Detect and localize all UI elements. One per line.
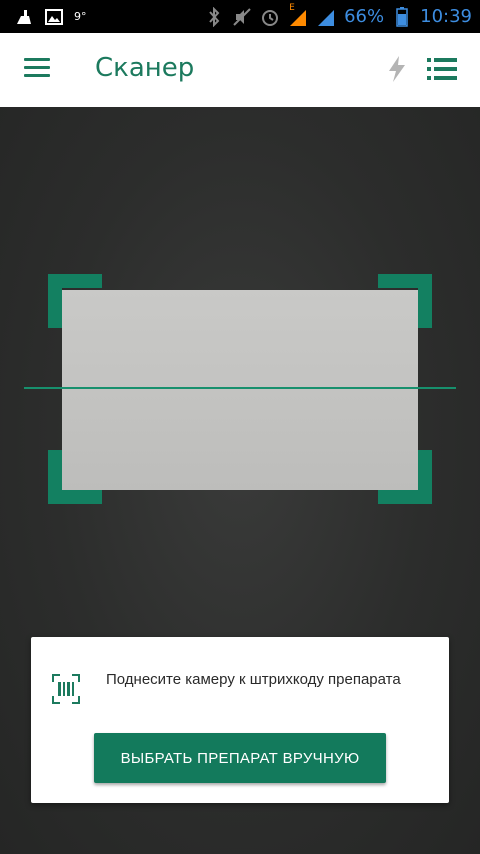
battery-percent: 66% bbox=[344, 6, 385, 27]
battery-icon bbox=[392, 6, 412, 27]
alarm-icon bbox=[260, 7, 280, 27]
bluetooth-icon bbox=[204, 6, 224, 27]
list-button[interactable] bbox=[427, 58, 457, 80]
barcode-icon bbox=[52, 674, 80, 704]
temperature-text: 9° bbox=[74, 10, 87, 23]
menu-icon-line bbox=[24, 58, 50, 61]
scan-frame-corner-bottom-right bbox=[378, 450, 432, 504]
scan-frame-corner-top-right bbox=[378, 274, 432, 328]
mute-icon bbox=[232, 7, 252, 27]
clock: 10:39 bbox=[420, 6, 472, 27]
list-icon bbox=[427, 58, 457, 80]
scan-hint-card: Поднесите камеру к штрихкоду препарата В… bbox=[31, 637, 449, 803]
scan-hint-text: Поднесите камеру к штрихкоду препарата bbox=[106, 671, 401, 688]
choose-manually-button[interactable]: ВЫБРАТЬ ПРЕПАРАТ ВРУЧНУЮ bbox=[94, 733, 386, 783]
flash-button[interactable] bbox=[385, 55, 409, 83]
scanned-object bbox=[62, 290, 418, 490]
signal-icon bbox=[316, 7, 336, 27]
scan-frame-corner-bottom-left bbox=[48, 450, 102, 504]
menu-button[interactable] bbox=[24, 58, 50, 80]
cleaner-icon bbox=[14, 7, 34, 27]
signal-edge-label: E bbox=[289, 2, 295, 13]
menu-icon-line bbox=[24, 66, 50, 69]
scan-frame-corner-top-left bbox=[48, 274, 102, 328]
flash-icon bbox=[389, 56, 405, 82]
page-title: Сканер bbox=[95, 53, 195, 83]
signal-edge-icon: E bbox=[288, 3, 308, 27]
menu-icon-line bbox=[24, 74, 50, 77]
gallery-icon bbox=[44, 7, 64, 27]
app-bar: Сканер bbox=[0, 33, 480, 107]
scan-line bbox=[24, 387, 456, 389]
status-bar: 9° E 66% 10:39 bbox=[0, 0, 480, 33]
